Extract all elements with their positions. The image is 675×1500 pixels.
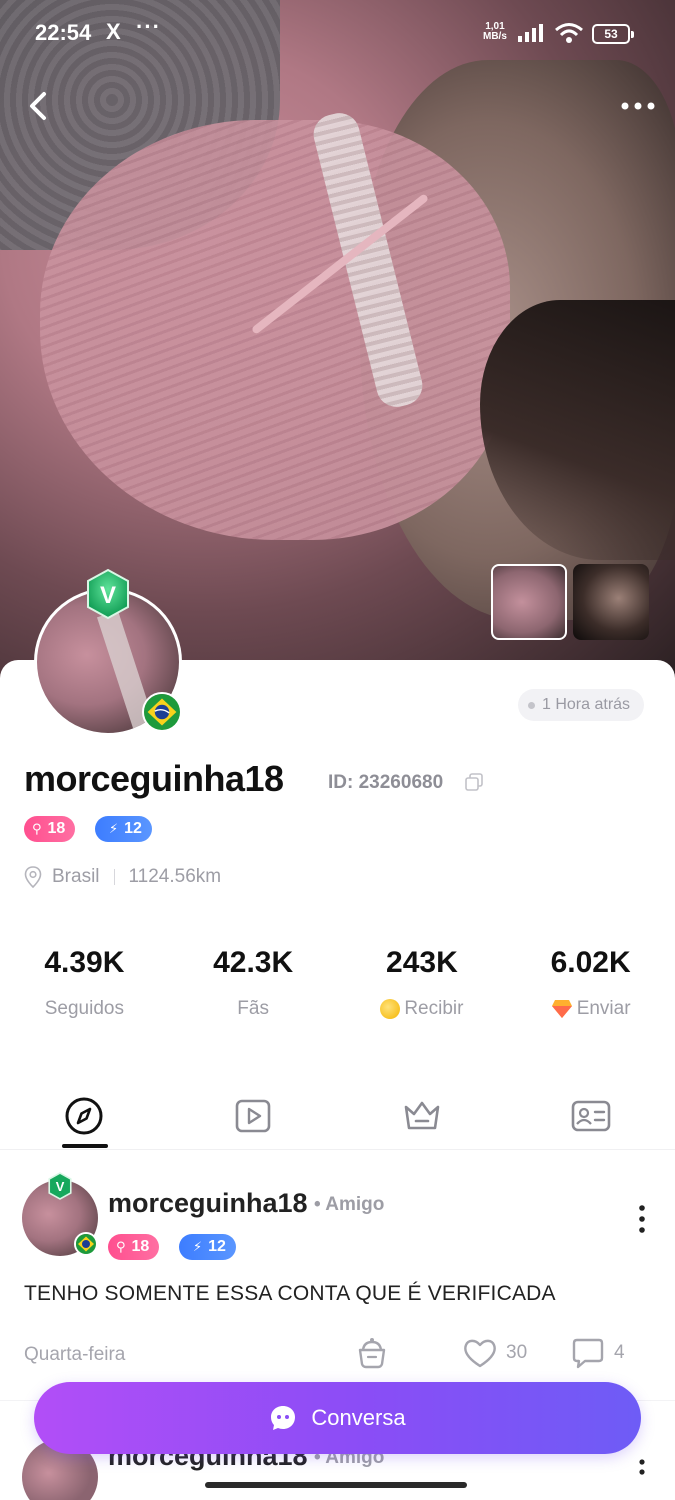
level-badge-pink: ⚲ 18 xyxy=(24,816,76,842)
svg-text:V: V xyxy=(100,582,116,609)
post-more-icon[interactable] xyxy=(632,1204,652,1234)
verified-badge-icon: V xyxy=(87,568,129,620)
heart-icon xyxy=(464,1339,496,1368)
tab-profile-info[interactable] xyxy=(506,1090,675,1149)
x-app-icon: X xyxy=(106,19,121,44)
stat-label: Seguidos xyxy=(44,998,124,1019)
video-play-icon xyxy=(235,1099,271,1133)
level-badge-value: 12 xyxy=(208,1238,226,1255)
chat-bubble-icon xyxy=(271,1406,296,1430)
level-badge-value: 12 xyxy=(124,820,142,837)
home-indicator xyxy=(205,1482,467,1488)
comment-icon xyxy=(572,1338,604,1369)
profile-username: morceguinha18 xyxy=(24,758,284,799)
back-button[interactable] xyxy=(22,88,56,124)
status-bar: 22:54 X ··· 1,01 MB/s 53 xyxy=(0,0,675,66)
lightning-icon: ⚡ xyxy=(109,821,119,836)
svg-text:V: V xyxy=(56,1179,65,1194)
location-country: Brasil xyxy=(52,866,100,887)
photo-thumbnail-2[interactable] xyxy=(573,564,649,640)
photo-thumbnails xyxy=(491,564,649,640)
stat-received[interactable]: 243K Recibir xyxy=(338,946,507,1020)
post-relation: • Amigo xyxy=(314,1194,385,1215)
photo-fabric-area xyxy=(40,120,510,540)
stat-sent[interactable]: 6.02K Enviar xyxy=(506,946,675,1020)
lightning-icon: ⚡ xyxy=(193,1239,203,1254)
post-author-name[interactable]: morceguinha18 xyxy=(108,1188,308,1219)
post-gift-button[interactable] xyxy=(354,1336,390,1370)
stat-label: Fãs xyxy=(237,998,269,1019)
signal-icon xyxy=(518,24,543,42)
more-options-button[interactable] xyxy=(620,96,656,116)
profile-tabs xyxy=(0,1090,675,1150)
crown-icon xyxy=(404,1101,440,1130)
profile-card-icon xyxy=(571,1100,610,1132)
chat-button-label: Conversa xyxy=(311,1405,406,1430)
tab-moments[interactable] xyxy=(0,1090,169,1149)
tab-vip[interactable] xyxy=(338,1090,507,1149)
level-badge-value: 18 xyxy=(47,820,66,837)
chat-button[interactable]: Conversa xyxy=(34,1382,641,1454)
post-level-badge-blue: ⚡ 12 xyxy=(179,1234,236,1260)
stat-label: Recibir xyxy=(404,998,464,1019)
location-row: Brasil 1124.56km xyxy=(24,866,221,888)
active-tab-indicator xyxy=(62,1144,108,1148)
comment-count: 4 xyxy=(614,1342,625,1363)
like-count: 30 xyxy=(506,1342,528,1363)
post-like-button[interactable]: 30 xyxy=(462,1336,527,1370)
location-distance: 1124.56km xyxy=(128,866,222,887)
gender-icon: ⚲ xyxy=(116,1239,126,1254)
coin-icon xyxy=(380,999,401,1019)
post-more-icon[interactable] xyxy=(636,1459,648,1475)
post-level-badge-pink: ⚲ 18 xyxy=(108,1234,160,1260)
photo-thumbnail-1[interactable] xyxy=(491,564,567,640)
tab-videos[interactable] xyxy=(169,1090,338,1149)
compass-icon xyxy=(65,1097,103,1135)
stat-value: 42.3K xyxy=(213,946,294,979)
wifi-icon xyxy=(555,23,583,43)
battery-icon: 53 xyxy=(592,24,634,44)
stat-value: 4.39K xyxy=(44,946,125,979)
stat-value: 6.02K xyxy=(550,946,631,979)
stat-value: 243K xyxy=(386,946,458,979)
verified-badge-icon: V xyxy=(48,1172,72,1200)
stat-label: Enviar xyxy=(576,998,631,1019)
more-notifications-icon: ··· xyxy=(136,14,161,39)
network-speed: 1,01 MB/s xyxy=(483,22,507,42)
level-badge-blue: ⚡ 12 xyxy=(95,816,152,842)
location-pin-icon xyxy=(24,866,42,888)
location-divider xyxy=(113,869,115,885)
post-comment-button[interactable]: 4 xyxy=(570,1336,625,1370)
last-active-pill: 1 Hora atrás xyxy=(518,689,645,721)
stats-row: 4.39K Seguidos 42.3K Fãs 243K Recibir 6.… xyxy=(0,946,675,1020)
brazil-flag-icon xyxy=(142,692,182,732)
gift-pot-icon xyxy=(358,1338,386,1369)
user-id: ID: 23260680 xyxy=(328,772,444,793)
gender-icon: ⚲ xyxy=(32,821,42,836)
copy-id-icon[interactable] xyxy=(464,772,484,792)
stat-following[interactable]: 4.39K Seguidos xyxy=(0,946,169,1020)
post-date: Quarta-feira xyxy=(24,1344,126,1365)
level-badge-value: 18 xyxy=(131,1238,150,1255)
brazil-flag-icon xyxy=(74,1232,98,1256)
status-time: 22:54 xyxy=(35,20,92,45)
diamond-icon xyxy=(551,1000,572,1018)
stat-fans[interactable]: 42.3K Fãs xyxy=(169,946,338,1020)
network-speed-unit: MB/s xyxy=(483,31,507,42)
post-text: TENHO SOMENTE ESSA CONTA QUE É VERIFICAD… xyxy=(24,1282,556,1305)
